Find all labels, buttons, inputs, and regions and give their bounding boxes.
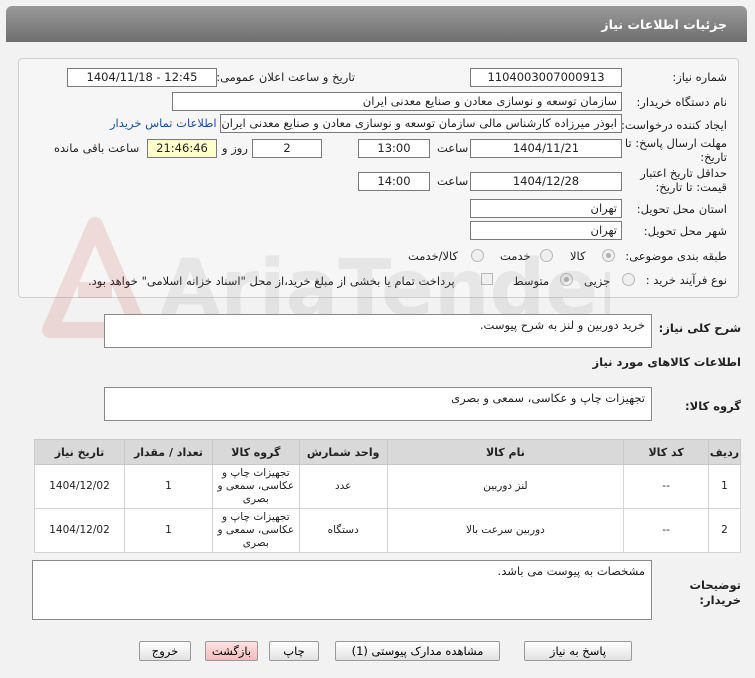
goods-group-field: تجهیزات چاپ و عکاسی، سمعی و بصری [104,387,652,421]
cell-goods-group: تجهیزات چاپ و عکاسی، سمعی و بصری [211,508,300,553]
buyer-org-field: سازمان توسعه و نوسازی معادن و صنایع معدن… [172,92,622,111]
process-radio-medium[interactable] [560,273,573,286]
validity-label: حداقل تاریخ اعتبار قیمت: تا تاریخ: [640,166,727,194]
cell-goods-group: تجهیزات چاپ و عکاسی، سمعی و بصری [211,464,300,509]
back-button[interactable]: بازگشت [205,641,258,661]
need-number-field: 1104003007000913 [470,68,622,87]
city-field: تهران [470,221,622,240]
cell-unit: عدد [298,464,388,509]
remaining-label: ساعت باقی مانده [54,141,140,155]
city-label: شهر محل تحویل: [643,224,727,238]
col-need-date: تاریخ نیاز [34,439,125,465]
reply-button[interactable]: پاسخ به نیاز [524,641,632,661]
table-row: 1 -- لنز دوربین عدد تجهیزات چاپ و عکاسی،… [34,464,741,509]
category-radio-goods[interactable] [602,249,615,262]
cell-goods-code: -- [623,464,710,509]
creator-field: ابوذر میرزاده کارشناس مالی سازمان توسعه … [220,114,622,133]
announce-label: تاریخ و ساعت اعلان عمومی: [216,70,355,84]
reply-date-field: 1404/11/21 [470,139,622,158]
goods-info-title: اطلاعات کالاهای مورد نیاز [592,355,741,369]
process-label: نوع فرآیند خرید : [645,273,727,287]
cell-quantity: 1 [124,508,213,553]
need-number-label: شماره نیاز: [672,70,727,84]
category-label: طبقه بندی موضوعی: [625,249,727,263]
contact-buyer-link[interactable]: اطلاعات تماس خریدار [110,116,217,130]
creator-label: ایجاد کننده درخواست: [621,118,727,132]
validity-time-label: ساعت [437,174,469,188]
cell-goods-code: -- [623,508,710,553]
category-option-goods-service: کالا/خدمت [408,249,459,263]
cell-quantity: 1 [124,464,213,509]
cell-row-number: 2 [708,508,741,553]
buyer-notes-field: مشخصات به پیوست می باشد. [32,560,652,620]
remaining-time-field: 21:46:46 [147,139,217,158]
days-label: روز و [222,141,248,155]
col-goods-code: کد کالا [623,439,710,465]
cell-unit: دستگاه [298,508,388,553]
days-field: 2 [252,139,322,158]
buyer-org-label: نام دستگاه خریدار: [636,95,727,109]
province-label: استان محل تحویل: [636,202,727,216]
goods-group-label: گروه کالا: [685,399,741,413]
process-option-minor: جزیی [584,274,611,288]
goods-table: ردیف کد کالا نام کالا واحد شمارش گروه کا… [34,439,741,553]
province-field: تهران [470,199,622,218]
table-row: 2 -- دوربین سرعت بالا دستگاه تجهیزات چاپ… [34,508,741,553]
reply-time-label: ساعت [437,141,469,155]
col-goods-name: نام کالا [386,439,625,465]
description-label: شرح کلی نیاز: [658,321,741,335]
cell-need-date: 1404/12/02 [34,508,125,553]
payment-note: پرداخت تمام یا بخشی از مبلغ خرید،از محل … [88,274,455,288]
table-header-row: ردیف کد کالا نام کالا واحد شمارش گروه کا… [34,439,741,465]
cell-goods-name: دوربین سرعت بالا [386,508,625,553]
buyer-notes-label: توضیحات خریدار: [689,578,742,607]
cell-need-date: 1404/12/02 [34,464,125,509]
category-option-service: خدمت [500,249,531,263]
announce-field: 1404/11/18 - 12:45 [67,68,217,87]
view-attachments-button[interactable]: مشاهده مدارک پیوستی (1) [335,641,500,661]
col-goods-group: گروه کالا [211,439,300,465]
reply-time-field: 13:00 [358,139,430,158]
description-field: خرید دوربین و لنز به شرح پیوست. [104,314,652,348]
col-unit: واحد شمارش [298,439,388,465]
validity-date-field: 1404/12/28 [470,172,622,191]
cell-goods-name: لنز دوربین [386,464,625,509]
category-option-goods: کالا [570,249,586,263]
process-radio-minor[interactable] [622,273,635,286]
col-quantity: تعداد / مقدار [124,439,213,465]
category-radio-goods-service[interactable] [471,249,484,262]
col-row-number: ردیف [708,439,741,465]
cell-row-number: 1 [708,464,741,509]
reply-deadline-label: مهلت ارسال پاسخ: تا تاریخ: [624,136,727,164]
page-title: جزئیات اطلاعات نیاز [601,17,727,32]
category-radio-service[interactable] [540,249,553,262]
validity-time-field: 14:00 [358,172,430,191]
treasury-checkbox[interactable] [481,273,493,285]
exit-button[interactable]: خروج [139,641,191,661]
print-button[interactable]: چاپ [269,641,319,661]
page-header: جزئیات اطلاعات نیاز [6,6,747,42]
process-option-medium: متوسط [513,274,550,288]
